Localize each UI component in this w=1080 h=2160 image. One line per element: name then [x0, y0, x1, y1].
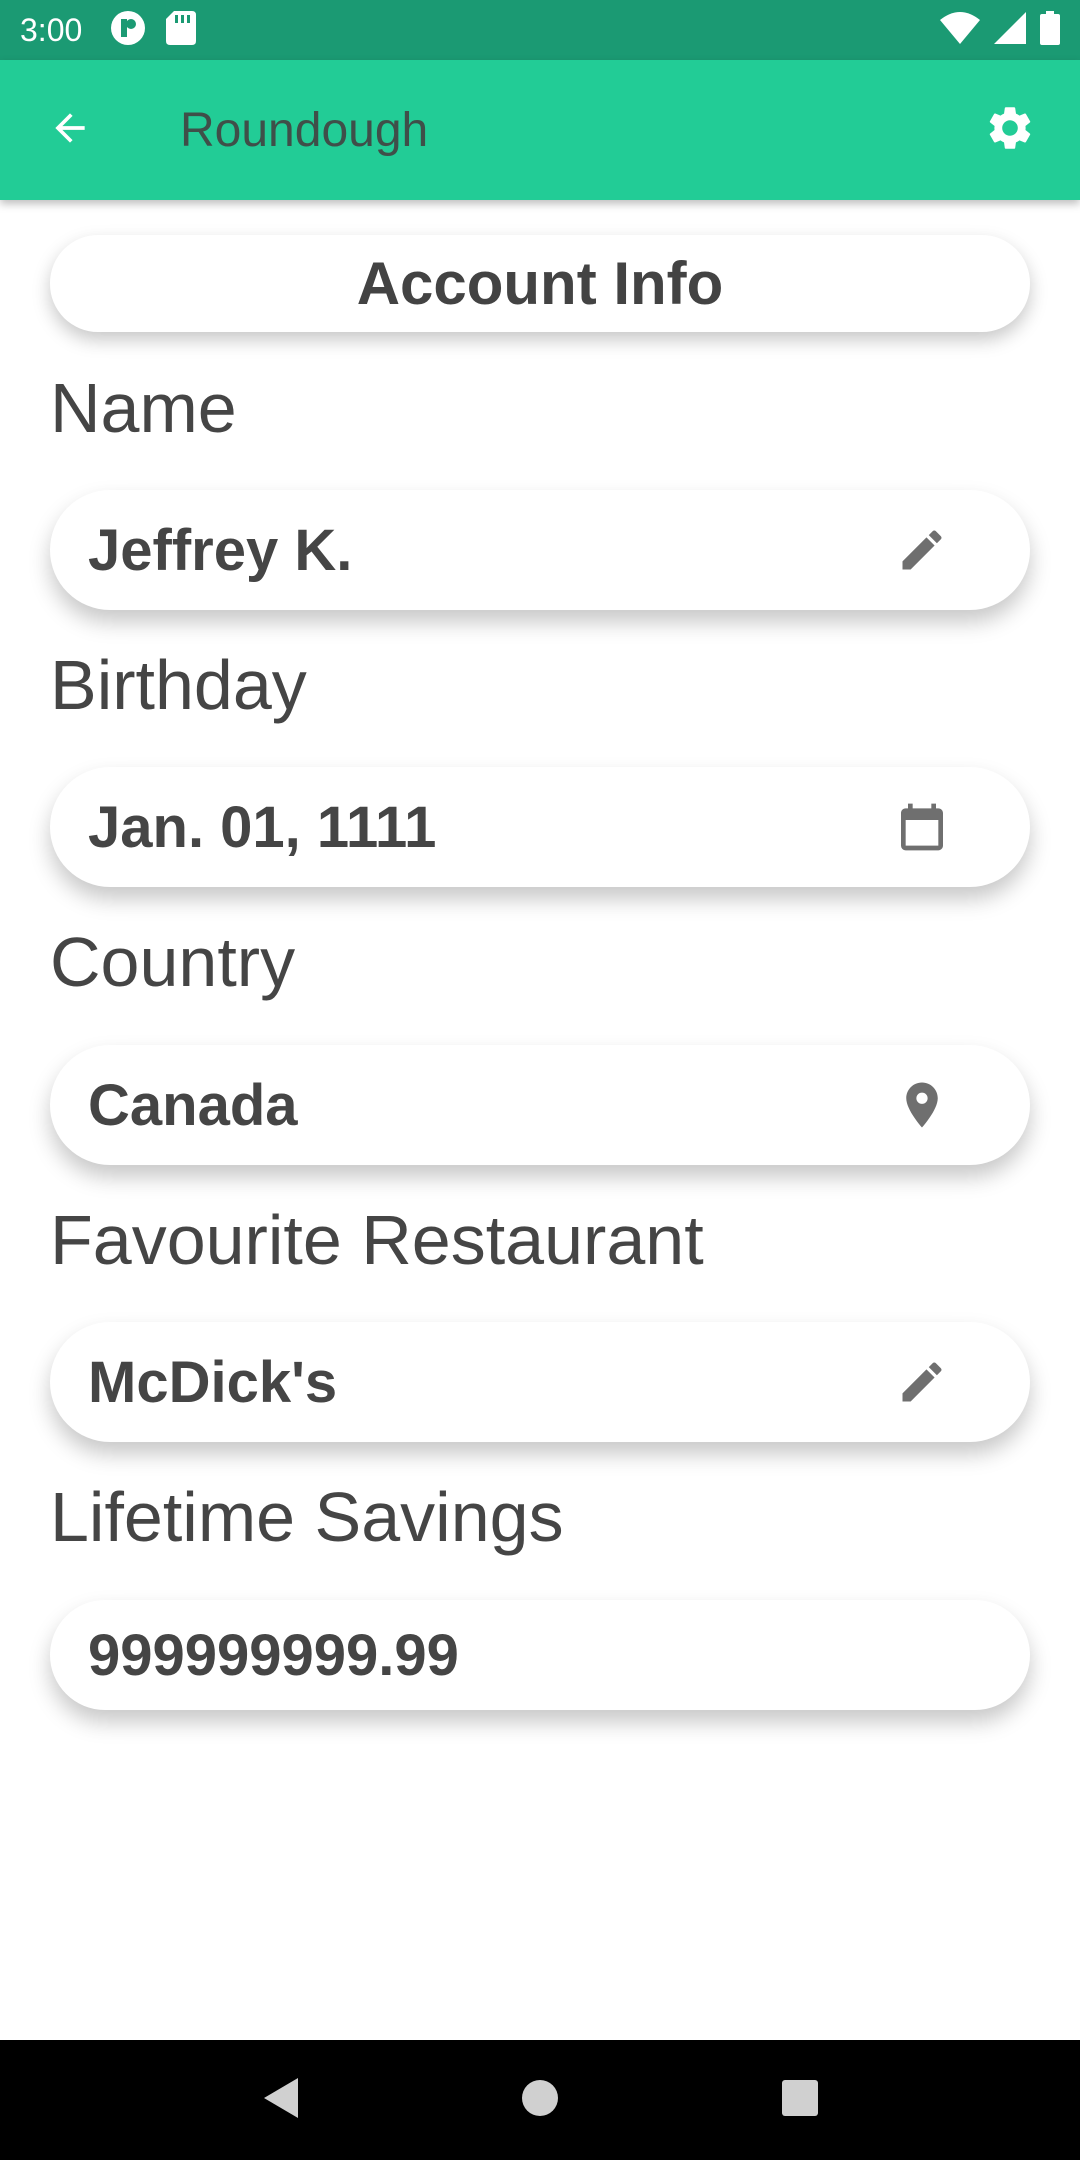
country-label: Country	[50, 923, 296, 1001]
nav-home-button[interactable]	[500, 2060, 580, 2140]
notification-app-icon	[110, 10, 146, 51]
country-field[interactable]: Canada	[50, 1045, 1030, 1165]
status-time: 3:00	[20, 11, 83, 48]
nav-recents-button[interactable]	[760, 2060, 840, 2140]
settings-button[interactable]	[940, 60, 1080, 200]
country-value: Canada	[88, 1072, 298, 1138]
back-triangle-icon	[260, 2076, 300, 2125]
calendar-icon[interactable]	[894, 799, 950, 855]
lifetime-savings-field: 999999999.99	[50, 1600, 1030, 1710]
edit-pencil-icon[interactable]	[894, 1354, 950, 1410]
app-title: Roundough	[180, 103, 429, 157]
favourite-restaurant-label: Favourite Restaurant	[50, 1201, 704, 1279]
system-nav-bar	[0, 2040, 1080, 2160]
battery-icon	[1040, 10, 1060, 50]
arrow-back-icon	[48, 106, 92, 155]
app-bar: Roundough	[0, 60, 1080, 200]
cellular-signal-icon	[994, 11, 1026, 49]
lifetime-savings-value: 999999999.99	[88, 1622, 459, 1688]
lifetime-savings-label: Lifetime Savings	[50, 1478, 564, 1556]
wifi-icon	[940, 11, 980, 49]
account-info-header: Account Info	[50, 235, 1030, 332]
recents-square-icon	[781, 2079, 819, 2122]
nav-back-button[interactable]	[240, 2060, 320, 2140]
edit-pencil-icon[interactable]	[894, 522, 950, 578]
name-value: Jeffrey K.	[88, 517, 353, 583]
name-field[interactable]: Jeffrey K.	[50, 490, 1030, 610]
favourite-restaurant-value: McDick's	[88, 1349, 338, 1415]
birthday-field[interactable]: Jan. 01, 1111	[50, 767, 1030, 887]
birthday-label: Birthday	[50, 646, 307, 724]
status-bar: 3:00	[0, 0, 1080, 60]
favourite-restaurant-field[interactable]: McDick's	[50, 1322, 1030, 1442]
back-button[interactable]	[0, 60, 140, 200]
name-label: Name	[50, 369, 237, 447]
gear-icon	[984, 102, 1036, 159]
sd-card-icon	[166, 10, 197, 50]
home-circle-icon	[520, 2078, 560, 2123]
location-pin-icon[interactable]	[894, 1077, 950, 1133]
birthday-value: Jan. 01, 1111	[88, 794, 437, 860]
